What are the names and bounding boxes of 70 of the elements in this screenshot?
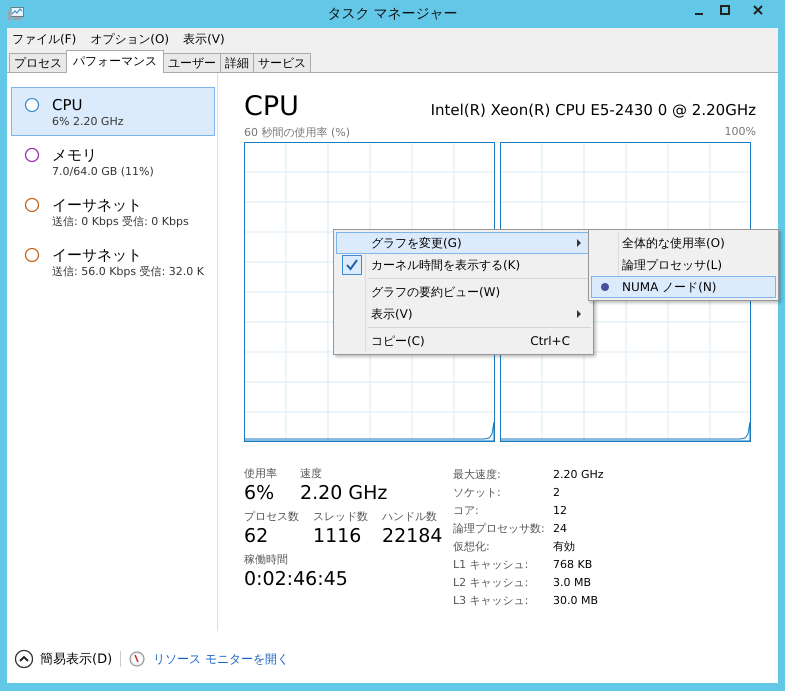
stat-value: 2.20 GHz <box>300 481 388 505</box>
resource-detail: 送信: 56.0 Kbps 受信: 32.0 K <box>52 264 204 280</box>
menu-item[interactable]: コピー(C) Ctrl+C <box>336 330 591 352</box>
stat-label: プロセス数 <box>244 509 299 524</box>
stat-label: ハンドル数 <box>382 509 438 524</box>
resource-item[interactable]: CPU 6% 2.20 GHz <box>11 87 215 136</box>
spec-label: L1 キャッシュ: <box>453 557 530 573</box>
maximize-icon <box>720 5 730 15</box>
close-icon <box>753 5 763 15</box>
menu-item[interactable]: ファイル(F) <box>12 30 76 48</box>
menu-item[interactable]: 表示(V) <box>336 303 591 325</box>
app-icon <box>8 7 24 21</box>
tab[interactable]: ユーザー <box>163 53 221 72</box>
graph-label: 60 秒間の使用率 (%) <box>244 125 350 140</box>
spec-value: 24 <box>553 521 567 537</box>
shortcut-label: Ctrl+C <box>530 334 570 348</box>
spec-value: 30.0 MB <box>553 593 598 609</box>
spec-label: ソケット: <box>453 485 502 501</box>
spec-label: L3 キャッシュ: <box>453 593 530 609</box>
menu-item[interactable]: グラフの要約ビュー(W) <box>336 281 591 303</box>
resource-detail: 7.0/64.0 GB (11%) <box>52 164 154 180</box>
spec-label: L2 キャッシュ: <box>453 575 530 591</box>
tab[interactable]: サービス <box>253 53 311 72</box>
cpu-model: Intel(R) Xeon(R) CPU E5-2430 0 @ 2.20GHz <box>430 101 756 119</box>
resource-name: メモリ <box>52 146 98 164</box>
resource-name: イーサネット <box>52 246 143 264</box>
stat-value: 6% <box>244 481 276 505</box>
resource-item[interactable]: イーサネット 送信: 56.0 Kbps 受信: 32.0 K <box>11 237 215 286</box>
tab[interactable]: プロセス <box>9 53 67 72</box>
menu-item[interactable]: オプション(O) <box>90 30 170 48</box>
spec-value: 2 <box>553 485 560 501</box>
spec-value: 768 KB <box>553 557 592 573</box>
spec-label: 最大速度: <box>453 467 502 483</box>
spec-value: 12 <box>553 503 567 519</box>
menu-item[interactable]: 表示(V) <box>183 30 225 48</box>
menu-item[interactable]: 論理プロセッサ(L) <box>591 254 776 276</box>
tab[interactable]: 詳細 <box>220 53 254 72</box>
stat-value: 62 <box>244 524 270 548</box>
stat-label: 使用率 <box>244 466 278 481</box>
stat-value: 1116 <box>313 524 362 548</box>
resource-monitor-link[interactable]: リソース モニターを開く <box>153 650 289 668</box>
tab[interactable]: パフォーマンス <box>66 50 164 73</box>
stat-value: 22184 <box>382 524 442 548</box>
menu-item[interactable]: NUMA ノード(N) <box>591 276 776 298</box>
stat-label: 稼働時間 <box>244 552 289 567</box>
resource-detail: 6% 2.20 GHz <box>52 114 124 130</box>
spec-value: 3.0 MB <box>553 575 592 591</box>
window-title: タスク マネージャー <box>326 5 459 23</box>
resource-detail: 送信: 0 Kbps 受信: 0 Kbps <box>52 214 189 230</box>
spec-value: 2.20 GHz <box>553 467 604 483</box>
spec-label: 論理プロセッサ数: <box>453 521 546 537</box>
chevron-up-icon <box>14 649 34 669</box>
menu-item[interactable]: グラフを変更(G) <box>336 232 591 254</box>
menu-item[interactable]: カーネル時間を表示する(K) <box>336 254 591 276</box>
spec-value: 有効 <box>553 539 575 555</box>
stat-value: 0:02:46:45 <box>244 567 348 591</box>
stat-label: スレッド数 <box>313 509 368 524</box>
resource-name: CPU <box>52 96 84 114</box>
gauge-icon <box>129 651 146 667</box>
minimize-icon <box>695 12 703 14</box>
graph-max-label: 100% <box>724 125 756 140</box>
resource-name: イーサネット <box>52 196 143 214</box>
spec-label: 仮想化: <box>453 539 491 555</box>
fewer-details-button[interactable]: 簡易表示(D) <box>14 649 112 669</box>
resource-item[interactable]: イーサネット 送信: 0 Kbps 受信: 0 Kbps <box>11 187 215 236</box>
stat-label: 速度 <box>300 466 323 481</box>
menu-item[interactable]: 全体的な使用率(O) <box>591 232 776 254</box>
spec-label: コア: <box>453 503 480 519</box>
panel-title: CPU <box>244 91 299 122</box>
resource-item[interactable]: メモリ 7.0/64.0 GB (11%) <box>11 137 215 186</box>
